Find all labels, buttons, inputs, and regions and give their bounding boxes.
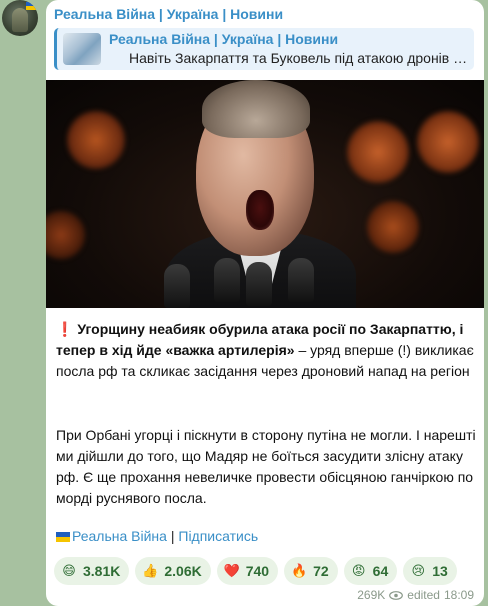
channel-link[interactable]: Реальна Війна: [72, 528, 167, 544]
bokeh-light: [346, 120, 410, 184]
microphone: [164, 264, 190, 308]
reply-thumbnail: [63, 33, 101, 65]
reaction-count: 3.81K: [83, 563, 121, 579]
thumbs-up-icon: 👍: [142, 563, 159, 578]
reply-text: Навіть Закарпаття та Буковель під атакою…: [129, 50, 468, 66]
crying-face-icon: 😢: [411, 563, 426, 578]
reply-title: Реальна Війна | Україна | Новини: [109, 31, 339, 47]
avatar-figure: [12, 8, 28, 32]
bokeh-light: [46, 210, 86, 260]
reaction-count: 2.06K: [164, 563, 202, 579]
speaker-mouth: [246, 190, 274, 230]
reaction-grinning[interactable]: 😄 3.81K: [54, 557, 130, 585]
post-photo[interactable]: [46, 80, 484, 308]
bokeh-light: [366, 200, 420, 254]
message-bubble: Реальна Війна | Україна | Новини Реальна…: [46, 0, 484, 606]
microphone: [288, 258, 314, 302]
reaction-count: 64: [372, 563, 389, 579]
reactions-bar: 😄 3.81K 👍 2.06K ❤️ 740 🔥 72 😡 64 😢 13: [54, 557, 457, 585]
speaker-hair: [202, 80, 310, 138]
reaction-angry[interactable]: 😡 64: [343, 557, 398, 585]
reaction-count: 740: [245, 563, 270, 579]
channel-links: Реальна Війна | Підписатись: [56, 528, 258, 544]
post-paragraph-1: ❗ Угорщину неабияк обурила атака росії п…: [56, 319, 476, 382]
reaction-thumbs-up[interactable]: 👍 2.06K: [135, 557, 211, 585]
exclamation-icon: ❗: [56, 321, 74, 337]
reaction-fire[interactable]: 🔥 72: [284, 557, 338, 585]
fire-icon: 🔥: [290, 563, 308, 578]
microphone: [246, 262, 272, 306]
channel-name[interactable]: Реальна Війна | Україна | Новини: [54, 6, 283, 22]
message-time: 18:09: [443, 588, 474, 602]
reaction-heart[interactable]: ❤️ 740: [216, 557, 279, 585]
bokeh-light: [66, 110, 126, 170]
grinning-face-icon: 😄: [62, 563, 76, 578]
edited-label: edited: [407, 588, 440, 602]
link-separator: |: [166, 528, 179, 544]
bokeh-light: [416, 110, 480, 174]
microphone: [214, 258, 240, 302]
view-count: 269K: [357, 588, 386, 602]
heart-icon: ❤️: [223, 563, 240, 578]
channel-avatar[interactable]: [2, 0, 38, 36]
reaction-count: 72: [313, 563, 329, 579]
subscribe-link[interactable]: Підписатись: [178, 528, 258, 544]
message-meta: 269K edited 18:09: [357, 588, 474, 602]
reaction-crying[interactable]: 😢 13: [403, 557, 457, 585]
reply-preview[interactable]: Реальна Війна | Україна | Новини Навіть …: [54, 28, 474, 70]
ukraine-flag-icon: [26, 2, 36, 10]
eye-icon: [389, 590, 404, 600]
angry-face-icon: 😡: [351, 563, 366, 578]
reaction-count: 13: [432, 563, 448, 579]
ukraine-flag-icon: [56, 532, 70, 543]
post-paragraph-2: При Орбані угорці і піскнути в сторону п…: [56, 427, 476, 506]
